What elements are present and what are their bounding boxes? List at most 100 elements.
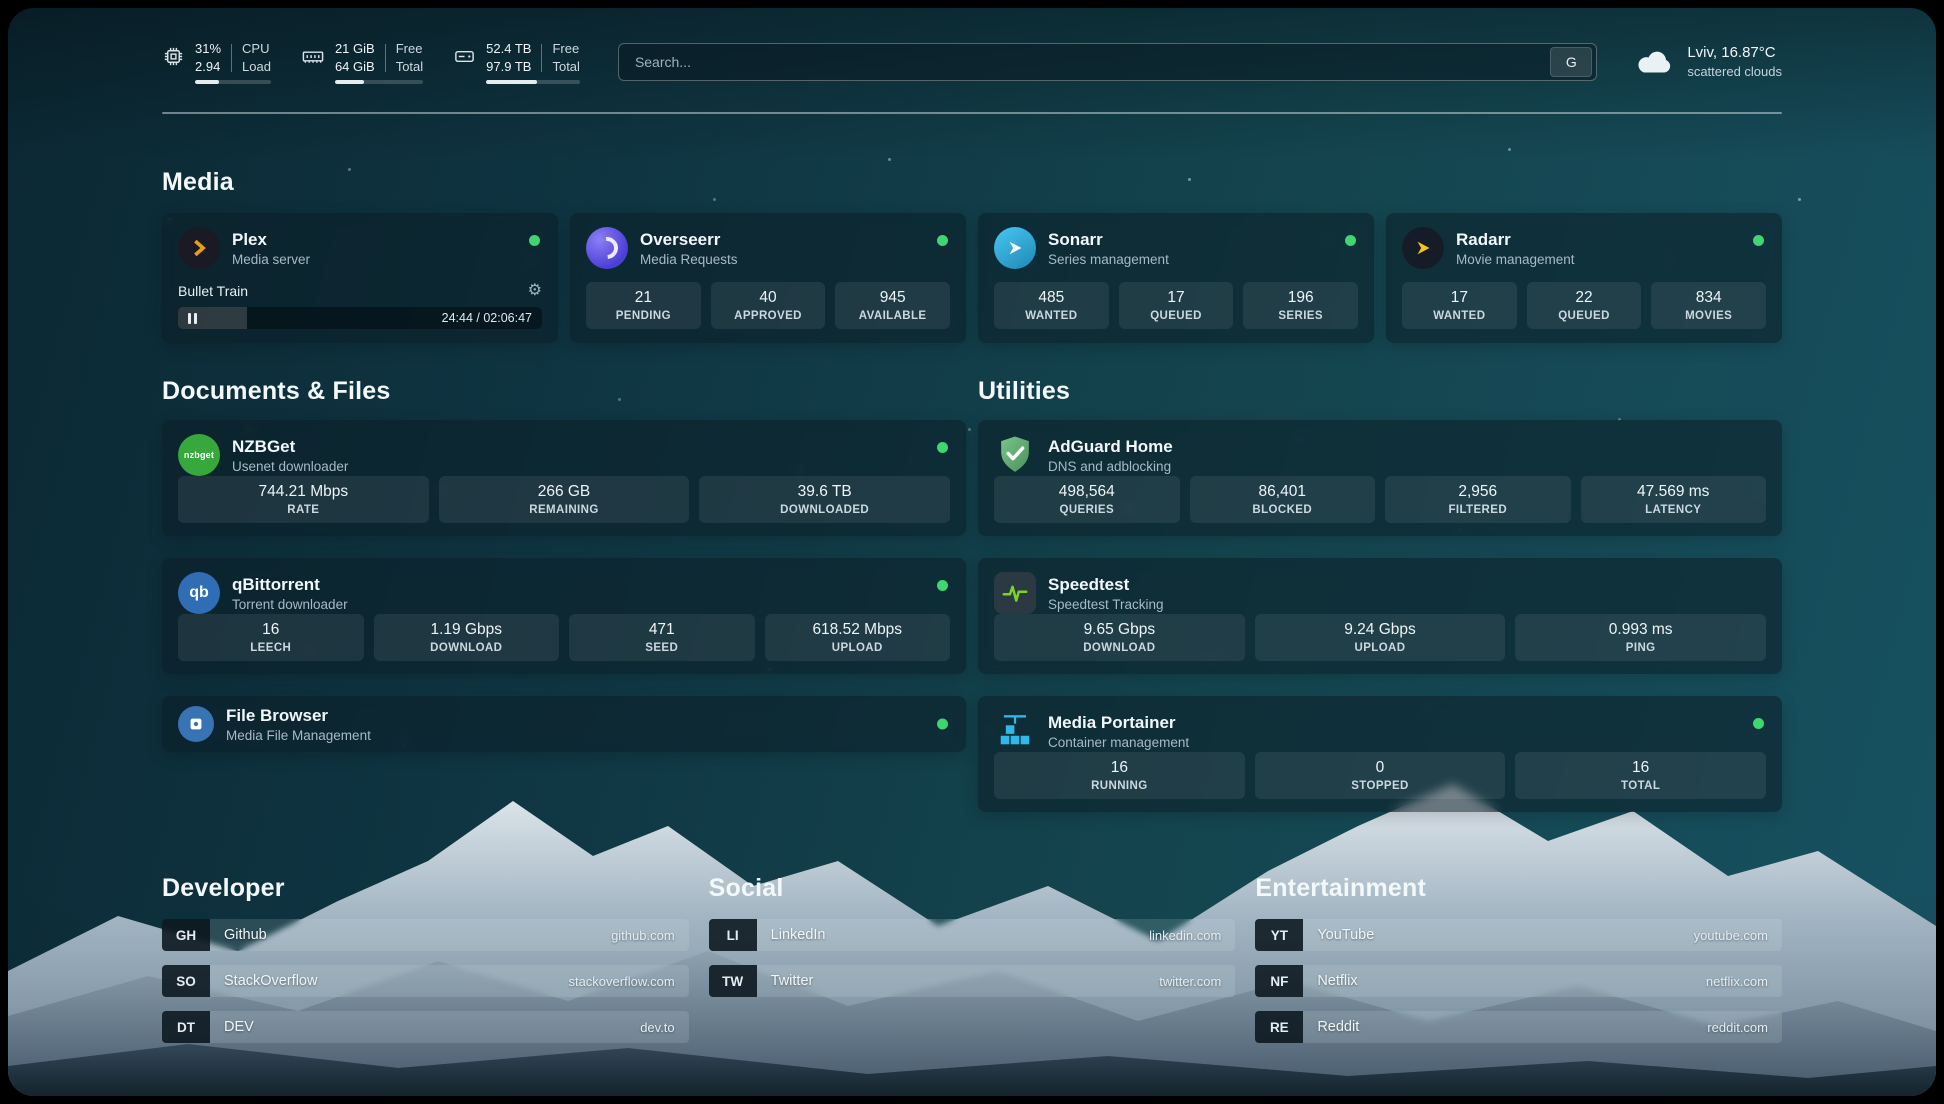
stat-latency: 47.569 msLATENCY — [1581, 476, 1767, 523]
stat-upload: 9.24 GbpsUPLOAD — [1255, 614, 1506, 661]
plex-icon — [178, 227, 220, 269]
stat-seed: 471SEED — [569, 614, 755, 661]
now-playing: Bullet Train ⚙ 24:44 / 02:06:47 — [178, 281, 542, 329]
stat-total: 16TOTAL — [1515, 752, 1766, 799]
bookmark-linkedin[interactable]: LI LinkedIn linkedin.com — [709, 919, 1236, 951]
bookmark-group-developer: Developer GH Github github.com SO StackO… — [162, 874, 689, 1043]
portainer-card[interactable]: Media Portainer Container management 16R… — [978, 696, 1782, 812]
app-name: Plex — [232, 230, 310, 250]
gear-icon[interactable]: ⚙ — [528, 283, 542, 299]
cpu-load-avg: 2.94 — [195, 58, 221, 76]
speedtest-pulse-icon — [994, 572, 1036, 614]
app-name: Sonarr — [1048, 230, 1169, 250]
app-name: Media Portainer — [1048, 713, 1189, 733]
stat-wanted: 485WANTED — [994, 282, 1109, 329]
overseerr-icon — [586, 227, 628, 269]
twitter-icon: TW — [709, 965, 757, 997]
weather-condition: scattered clouds — [1687, 63, 1782, 81]
status-dot — [937, 719, 948, 730]
vertical-divider — [541, 44, 542, 72]
linkedin-icon: LI — [709, 919, 757, 951]
dashboard-screen: 31% 2.94 CPU Load — [8, 8, 1936, 1096]
status-dot — [1753, 235, 1764, 246]
pause-icon[interactable] — [188, 313, 197, 324]
bookmark-group-entertainment: Entertainment YT YouTube youtube.com NF … — [1255, 874, 1782, 1043]
section-utilities: Utilities — [978, 377, 1782, 812]
app-name: qBittorrent — [232, 575, 348, 595]
speedtest-card[interactable]: Speedtest Speedtest Tracking 9.65 GbpsDO… — [978, 558, 1782, 674]
ram-widget: 21 GiB 64 GiB Free Total — [301, 40, 423, 84]
status-dot — [937, 235, 948, 246]
weather-widget: Lviv, 16.87°C scattered clouds — [1635, 43, 1782, 81]
ram-label-2: Total — [396, 58, 423, 76]
radarr-card[interactable]: Radarr Movie management 17WANTED 22QUEUE… — [1386, 213, 1782, 343]
app-subtitle: DNS and adblocking — [1048, 459, 1173, 474]
bookmark-github[interactable]: GH Github github.com — [162, 919, 689, 951]
disk-label-1: Free — [552, 40, 579, 58]
stat-series: 196SERIES — [1243, 282, 1358, 329]
stat-downloaded: 39.6 TBDOWNLOADED — [699, 476, 950, 523]
filebrowser-icon — [178, 706, 214, 742]
stat-queued: 22QUEUED — [1527, 282, 1642, 329]
stat-download: 1.19 GbpsDOWNLOAD — [374, 614, 560, 661]
vertical-divider — [385, 44, 386, 72]
qbittorrent-card[interactable]: qb qBittorrent Torrent downloader 16LEEC… — [162, 558, 966, 674]
disk-label-2: Total — [552, 58, 579, 76]
status-dot — [529, 235, 540, 246]
stat-running: 16RUNNING — [994, 752, 1245, 799]
app-name: Overseerr — [640, 230, 738, 250]
status-dot — [1753, 718, 1764, 729]
search-input[interactable] — [619, 54, 1550, 70]
topbar-divider — [162, 112, 1782, 114]
overseerr-card[interactable]: Overseerr Media Requests 21PENDING 40APP… — [570, 213, 966, 343]
disk-free: 52.4 TB — [486, 40, 531, 58]
bookmark-netflix[interactable]: NF Netflix netflix.com — [1255, 965, 1782, 997]
bookmark-dev[interactable]: DT DEV dev.to — [162, 1011, 689, 1043]
system-widgets: 31% 2.94 CPU Load — [162, 40, 580, 84]
app-subtitle: Usenet downloader — [232, 459, 348, 474]
bookmark-group-social: Social LI LinkedIn linkedin.com TW Twitt… — [709, 874, 1236, 1043]
qbittorrent-icon: qb — [178, 572, 220, 614]
stat-approved: 40APPROVED — [711, 282, 826, 329]
section-title-utilities: Utilities — [978, 377, 1782, 406]
weather-location: Lviv, 16.87°C — [1687, 43, 1782, 63]
disk-widget: 52.4 TB 97.9 TB Free Total — [453, 40, 580, 84]
stat-download: 9.65 GbpsDOWNLOAD — [994, 614, 1245, 661]
stat-stopped: 0STOPPED — [1255, 752, 1506, 799]
bookmark-reddit[interactable]: RE Reddit reddit.com — [1255, 1011, 1782, 1043]
app-name: AdGuard Home — [1048, 437, 1173, 457]
adguard-card[interactable]: AdGuard Home DNS and adblocking 498,564Q… — [978, 420, 1782, 536]
section-title-social: Social — [709, 874, 1236, 903]
app-name: NZBGet — [232, 437, 348, 457]
netflix-icon: NF — [1255, 965, 1303, 997]
search-engine-button[interactable]: G — [1550, 47, 1592, 77]
app-name: File Browser — [226, 706, 371, 726]
ram-icon — [301, 45, 325, 84]
plex-card[interactable]: Plex Media server Bullet Train ⚙ — [162, 213, 558, 343]
cpu-icon — [162, 45, 185, 84]
bookmark-stackoverflow[interactable]: SO StackOverflow stackoverflow.com — [162, 965, 689, 997]
bookmark-youtube[interactable]: YT YouTube youtube.com — [1255, 919, 1782, 951]
search-bar: G — [618, 43, 1597, 81]
section-title-developer: Developer — [162, 874, 689, 903]
cpu-widget: 31% 2.94 CPU Load — [162, 40, 271, 84]
cpu-percent: 31% — [195, 40, 221, 58]
nzbget-card[interactable]: nzbget NZBGet Usenet downloader 744.21 M… — [162, 420, 966, 536]
now-playing-title: Bullet Train — [178, 283, 248, 299]
sonarr-card[interactable]: Sonarr Series management 485WANTED 17QUE… — [978, 213, 1374, 343]
stat-wanted: 17WANTED — [1402, 282, 1517, 329]
filebrowser-card[interactable]: File Browser Media File Management — [162, 696, 966, 752]
bookmark-twitter[interactable]: TW Twitter twitter.com — [709, 965, 1236, 997]
playback-progress-bar[interactable]: 24:44 / 02:06:47 — [178, 307, 542, 329]
status-dot — [937, 442, 948, 453]
ram-label-1: Free — [396, 40, 423, 58]
nzbget-icon: nzbget — [178, 434, 220, 476]
disk-progress-bar — [486, 80, 580, 84]
github-icon: GH — [162, 919, 210, 951]
app-name: Radarr — [1456, 230, 1575, 250]
cpu-progress-bar — [195, 80, 271, 84]
dev-icon: DT — [162, 1011, 210, 1043]
ram-total: 64 GiB — [335, 58, 375, 76]
youtube-icon: YT — [1255, 919, 1303, 951]
radarr-icon — [1402, 227, 1444, 269]
